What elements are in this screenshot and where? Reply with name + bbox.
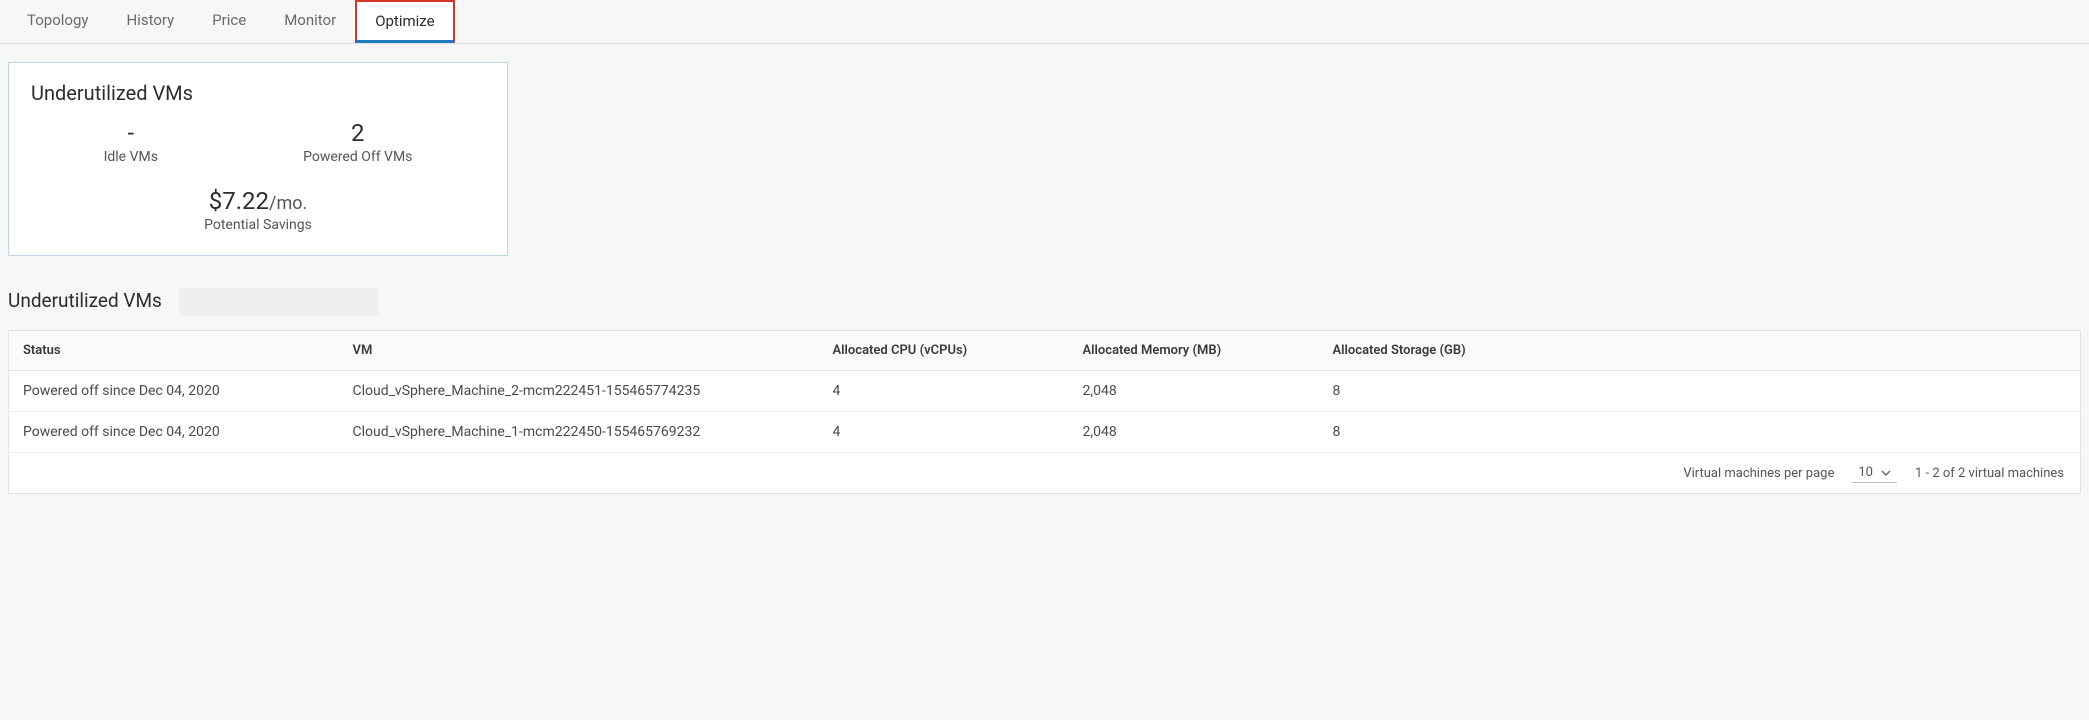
tab-history[interactable]: History (107, 0, 193, 43)
cell-status: Powered off since Dec 04, 2020 (9, 412, 339, 453)
idle-vms-stat: - Idle VMs (104, 119, 158, 165)
poweredoff-vms-stat: 2 Powered Off VMs (303, 119, 412, 165)
table-row[interactable]: Powered off since Dec 04, 2020Cloud_vSph… (9, 412, 2081, 453)
cell-cpu: 4 (819, 371, 1069, 412)
col-header-mem[interactable]: Allocated Memory (MB) (1069, 331, 1319, 371)
per-page-select[interactable]: 10 (1852, 463, 1897, 483)
underutilized-card: Underutilized VMs - Idle VMs 2 Powered O… (8, 62, 508, 256)
col-header-status[interactable]: Status (9, 331, 339, 371)
savings-unit: /mo. (269, 193, 307, 214)
potential-savings-stat: $7.22/mo. Potential Savings (31, 187, 485, 233)
cell-mem: 2,048 (1069, 412, 1319, 453)
card-title: Underutilized VMs (31, 81, 485, 105)
section-title-text: Underutilized VMs (8, 289, 162, 312)
col-header-storage[interactable]: Allocated Storage (GB) (1319, 331, 2081, 371)
per-page-value: 10 (1858, 465, 1873, 480)
cell-status: Powered off since Dec 04, 2020 (9, 371, 339, 412)
tab-bar: Topology History Price Monitor Optimize (0, 0, 2089, 44)
vm-table: Status VM Allocated CPU (vCPUs) Allocate… (8, 330, 2081, 453)
filter-placeholder[interactable] (179, 288, 379, 316)
idle-vms-label: Idle VMs (104, 149, 158, 165)
col-header-cpu[interactable]: Allocated CPU (vCPUs) (819, 331, 1069, 371)
cell-cpu: 4 (819, 412, 1069, 453)
pagination-bar: Virtual machines per page 10 1 - 2 of 2 … (8, 453, 2081, 494)
main-content: Underutilized VMs - Idle VMs 2 Powered O… (0, 44, 2089, 502)
col-header-vm[interactable]: VM (339, 331, 819, 371)
cell-storage: 8 (1319, 412, 2081, 453)
tab-optimize[interactable]: Optimize (355, 0, 454, 43)
savings-label: Potential Savings (31, 217, 485, 233)
savings-value: $7.22 (209, 187, 269, 215)
poweredoff-vms-value: 2 (303, 119, 412, 147)
per-page-label: Virtual machines per page (1683, 466, 1834, 481)
pager-range-text: 1 - 2 of 2 virtual machines (1915, 466, 2064, 481)
tab-price[interactable]: Price (193, 0, 265, 43)
tab-monitor[interactable]: Monitor (265, 0, 355, 43)
cell-vm: Cloud_vSphere_Machine_1-mcm222450-155465… (339, 412, 819, 453)
cell-storage: 8 (1319, 371, 2081, 412)
table-row[interactable]: Powered off since Dec 04, 2020Cloud_vSph… (9, 371, 2081, 412)
cell-vm: Cloud_vSphere_Machine_2-mcm222451-155465… (339, 371, 819, 412)
chevron-down-icon (1881, 468, 1891, 478)
section-title: Underutilized VMs (8, 288, 2081, 316)
idle-vms-value: - (104, 119, 158, 147)
cell-mem: 2,048 (1069, 371, 1319, 412)
poweredoff-vms-label: Powered Off VMs (303, 149, 412, 165)
tab-topology[interactable]: Topology (8, 0, 107, 43)
